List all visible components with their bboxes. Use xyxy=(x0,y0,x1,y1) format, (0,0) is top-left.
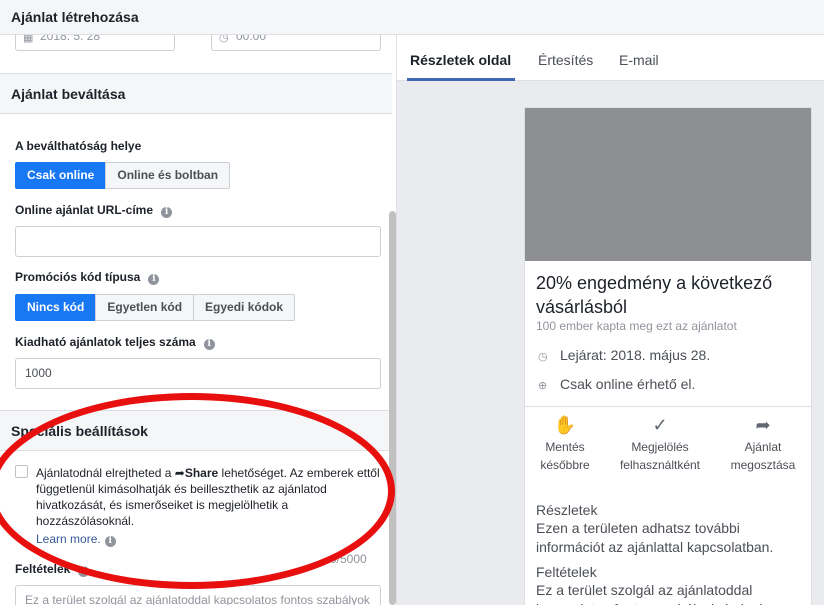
claimed-count: 100 ember kapta meg ezt az ajánlatot xyxy=(536,319,737,333)
special-section-title: Speciális beállítások xyxy=(11,423,148,439)
redemption-place-toggle: Csak online Online és boltban xyxy=(15,162,231,189)
details-title: Részletek xyxy=(536,502,598,518)
preview-tabs: Részletek oldal Értesítés E-mail xyxy=(397,35,824,81)
settings-panel: ▦ 2018. 5. 28 ◷ 00:00 Ajánlat beváltása … xyxy=(0,35,397,605)
online-and-store-button[interactable]: Online és boltban xyxy=(105,162,231,189)
clock-icon: ◷ xyxy=(538,351,548,363)
total-offers-input[interactable]: 1000 xyxy=(15,358,381,389)
top-bar: Ajánlat létrehozása xyxy=(0,0,824,35)
promo-code-toggle: Nincs kód Egyetlen kód Egyedi kódok xyxy=(15,294,296,321)
hide-share-text-before: Ajánlatodnál elrejtheted a xyxy=(36,466,175,480)
terms-body: Ez a terület szolgál az ajánlatoddal kap… xyxy=(536,582,762,605)
info-icon[interactable]: i xyxy=(148,274,160,285)
share-word: Share xyxy=(184,466,219,480)
details-body: Ezen a területen adhatsz további informá… xyxy=(536,520,774,555)
scrollbar[interactable] xyxy=(389,211,396,605)
learn-more-link[interactable]: Learn more. i xyxy=(36,532,116,547)
terms-label: Feltételek i xyxy=(15,562,90,577)
share-arrow-icon: ➦ xyxy=(174,466,185,480)
calendar-icon: ▦ xyxy=(23,35,34,44)
no-code-button[interactable]: Nincs kód xyxy=(15,294,97,321)
hide-share-checkbox[interactable] xyxy=(15,465,28,478)
date-row: ▦ 2018. 5. 28 ◷ 00:00 xyxy=(0,35,396,73)
availability-text: Csak online érhető el. xyxy=(560,376,696,392)
url-label-text: Online ajánlat URL-címe xyxy=(15,203,154,217)
total-offers-label-text: Kiadható ajánlatok teljes száma xyxy=(15,335,196,349)
terms-label-text: Feltételek xyxy=(15,562,71,576)
promo-code-label-text: Promóciós kód típusa xyxy=(15,270,141,284)
total-offers-label: Kiadható ajánlatok teljes száma i xyxy=(15,335,215,350)
learn-more-text[interactable]: Learn more. xyxy=(36,532,101,546)
hide-share-description: Ajánlatodnál elrejtheted a ➦Share lehető… xyxy=(36,465,381,529)
redemption-section-title: Ajánlat beváltása xyxy=(11,86,126,102)
info-icon[interactable]: i xyxy=(104,536,116,547)
info-icon[interactable]: i xyxy=(161,207,173,218)
single-code-button[interactable]: Egyetlen kód xyxy=(95,294,195,321)
redemption-place-label: A beválthatóság helye xyxy=(15,139,141,153)
share-label-1: Ajánlat xyxy=(744,440,782,454)
time-field[interactable]: ◷ 00:00 xyxy=(211,35,381,51)
date-field[interactable]: ▦ 2018. 5. 28 xyxy=(15,35,175,51)
info-icon[interactable]: i xyxy=(203,339,215,350)
tab-notification[interactable]: Értesítés xyxy=(538,52,593,68)
url-input[interactable] xyxy=(15,226,381,257)
unique-codes-button[interactable]: Egyedi kódok xyxy=(193,294,296,321)
date-value: 2018. 5. 28 xyxy=(40,35,101,43)
expiry-row: ◷ Lejárat: 2018. május 28. xyxy=(538,347,710,363)
tab-details-page[interactable]: Részletek oldal xyxy=(410,52,511,68)
share-offer-button[interactable]: ➦ Ajánlat megosztása xyxy=(718,416,808,474)
character-counter: 0/5000 xyxy=(330,552,367,566)
time-value: 00:00 xyxy=(236,35,267,43)
offer-headline: 20% engedmény a következő vásárlásból xyxy=(536,273,773,317)
mark-as-used-button[interactable]: ✓ Megjelölés felhasználtként xyxy=(615,416,705,474)
terms-title: Feltételek xyxy=(536,564,597,580)
mark-used-label-1: Megjelölés xyxy=(631,440,689,454)
redemption-section-header: Ajánlat beváltása xyxy=(0,73,392,114)
active-tab-indicator xyxy=(407,78,515,81)
checkmark-icon: ✓ xyxy=(652,415,668,435)
page-title: Ajánlat létrehozása xyxy=(11,9,139,25)
offer-image-placeholder xyxy=(525,108,811,261)
offer-preview-card: 20% engedmény a következő vásárlásból 10… xyxy=(524,107,812,605)
mark-used-label-2: felhasználtként xyxy=(619,458,701,472)
special-section-header: Speciális beállítások xyxy=(0,410,392,451)
clock-icon: ◷ xyxy=(219,35,229,44)
url-label: Online ajánlat URL-címe i xyxy=(15,203,173,218)
share-arrow-icon: ➦ xyxy=(755,415,771,435)
divider xyxy=(525,406,811,407)
availability-row: ⊕ Csak online érhető el. xyxy=(538,376,695,392)
redemption-place-label-text: A beválthatóság helye xyxy=(15,139,142,153)
save-label-2: későbbre xyxy=(540,458,590,472)
globe-icon: ⊕ xyxy=(538,380,548,392)
save-for-later-button[interactable]: ✋ Mentés későbbre xyxy=(520,416,610,474)
promo-code-label: Promóciós kód típusa i xyxy=(15,270,160,285)
expiry-text: Lejárat: 2018. május 28. xyxy=(560,347,711,363)
save-hand-icon: ✋ xyxy=(553,415,577,435)
save-label-1: Mentés xyxy=(545,440,585,454)
preview-panel: Részletek oldal Értesítés E-mail 20% eng… xyxy=(397,35,824,605)
info-icon[interactable]: i xyxy=(78,566,90,577)
share-label-2: megosztása xyxy=(730,458,796,472)
tab-email[interactable]: E-mail xyxy=(619,52,659,68)
online-only-button[interactable]: Csak online xyxy=(15,162,107,189)
terms-textarea[interactable]: Ez a terület szolgál az ajánlatoddal kap… xyxy=(15,585,381,605)
